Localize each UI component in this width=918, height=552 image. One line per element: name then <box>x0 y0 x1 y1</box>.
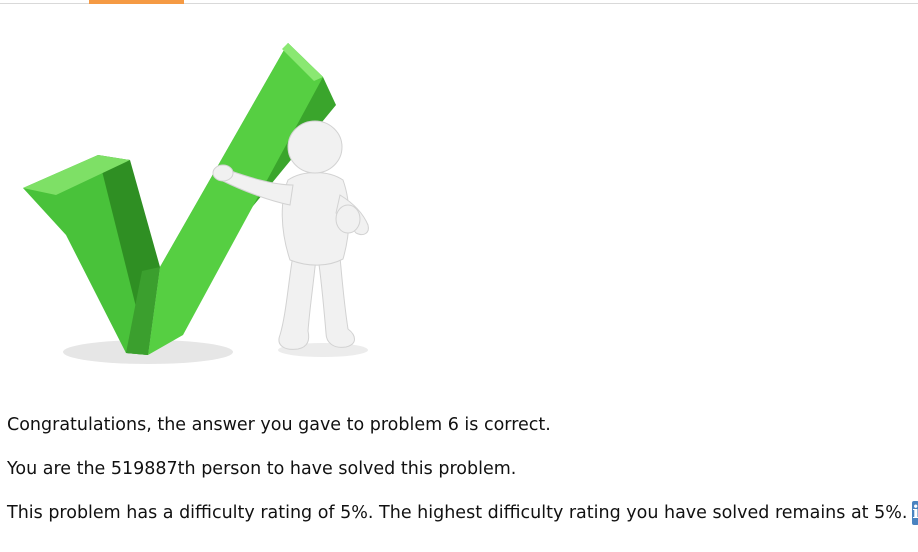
difficulty-message: This problem has a difficulty rating of … <box>7 501 918 525</box>
checkmark-figure-icon <box>18 35 388 375</box>
congratulations-message: Congratulations, the answer you gave to … <box>7 415 551 435</box>
page: Congratulations, the answer you gave to … <box>0 0 918 552</box>
active-tab-indicator <box>89 0 184 4</box>
checkmark-illustration <box>23 43 369 364</box>
result-messages: Congratulations, the answer you gave to … <box>7 413 918 525</box>
difficulty-text: This problem has a difficulty rating of … <box>7 503 908 523</box>
info-icon[interactable]: i <box>912 501 918 525</box>
solver-count-message: You are the 519887th person to have solv… <box>7 459 517 479</box>
